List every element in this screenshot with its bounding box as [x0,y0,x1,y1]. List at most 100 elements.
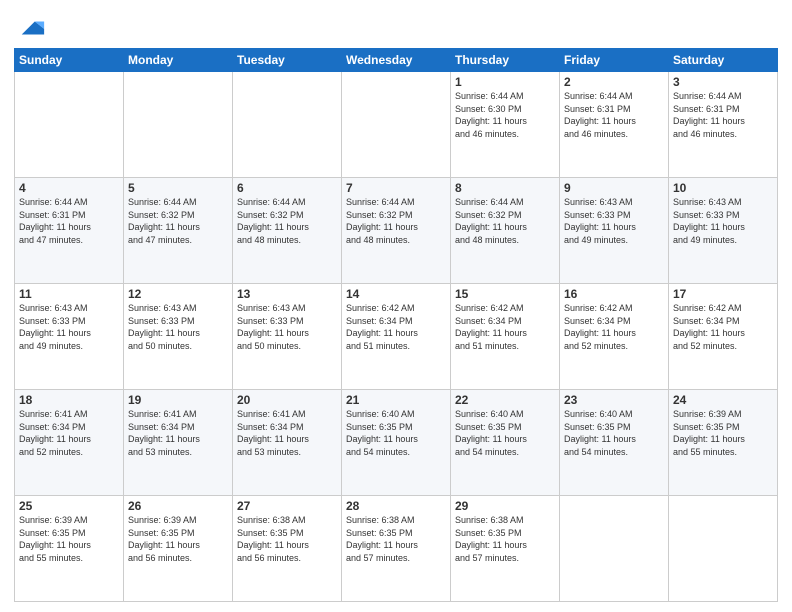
day-cell: 19Sunrise: 6:41 AM Sunset: 6:34 PM Dayli… [124,390,233,496]
day-number: 3 [673,75,773,89]
day-number: 23 [564,393,664,407]
calendar-table: SundayMondayTuesdayWednesdayThursdayFrid… [14,48,778,602]
day-info: Sunrise: 6:44 AM Sunset: 6:32 PM Dayligh… [346,196,446,246]
day-cell: 6Sunrise: 6:44 AM Sunset: 6:32 PM Daylig… [233,178,342,284]
day-info: Sunrise: 6:42 AM Sunset: 6:34 PM Dayligh… [673,302,773,352]
day-cell: 22Sunrise: 6:40 AM Sunset: 6:35 PM Dayli… [451,390,560,496]
day-info: Sunrise: 6:39 AM Sunset: 6:35 PM Dayligh… [19,514,119,564]
week-row-1: 1Sunrise: 6:44 AM Sunset: 6:30 PM Daylig… [15,72,778,178]
day-number: 10 [673,181,773,195]
day-info: Sunrise: 6:38 AM Sunset: 6:35 PM Dayligh… [346,514,446,564]
day-info: Sunrise: 6:41 AM Sunset: 6:34 PM Dayligh… [128,408,228,458]
day-info: Sunrise: 6:42 AM Sunset: 6:34 PM Dayligh… [455,302,555,352]
day-info: Sunrise: 6:39 AM Sunset: 6:35 PM Dayligh… [128,514,228,564]
day-cell: 26Sunrise: 6:39 AM Sunset: 6:35 PM Dayli… [124,496,233,602]
day-info: Sunrise: 6:40 AM Sunset: 6:35 PM Dayligh… [455,408,555,458]
day-number: 12 [128,287,228,301]
day-cell: 25Sunrise: 6:39 AM Sunset: 6:35 PM Dayli… [15,496,124,602]
day-info: Sunrise: 6:42 AM Sunset: 6:34 PM Dayligh… [346,302,446,352]
day-cell: 16Sunrise: 6:42 AM Sunset: 6:34 PM Dayli… [560,284,669,390]
day-cell: 15Sunrise: 6:42 AM Sunset: 6:34 PM Dayli… [451,284,560,390]
logo-icon [18,14,46,42]
day-info: Sunrise: 6:43 AM Sunset: 6:33 PM Dayligh… [564,196,664,246]
weekday-header-saturday: Saturday [669,49,778,72]
day-number: 27 [237,499,337,513]
day-info: Sunrise: 6:44 AM Sunset: 6:30 PM Dayligh… [455,90,555,140]
day-number: 2 [564,75,664,89]
day-cell: 14Sunrise: 6:42 AM Sunset: 6:34 PM Dayli… [342,284,451,390]
day-info: Sunrise: 6:42 AM Sunset: 6:34 PM Dayligh… [564,302,664,352]
day-info: Sunrise: 6:43 AM Sunset: 6:33 PM Dayligh… [237,302,337,352]
day-cell: 4Sunrise: 6:44 AM Sunset: 6:31 PM Daylig… [15,178,124,284]
day-number: 11 [19,287,119,301]
day-info: Sunrise: 6:43 AM Sunset: 6:33 PM Dayligh… [128,302,228,352]
day-info: Sunrise: 6:40 AM Sunset: 6:35 PM Dayligh… [346,408,446,458]
weekday-header-monday: Monday [124,49,233,72]
day-cell: 17Sunrise: 6:42 AM Sunset: 6:34 PM Dayli… [669,284,778,390]
day-number: 22 [455,393,555,407]
day-cell: 29Sunrise: 6:38 AM Sunset: 6:35 PM Dayli… [451,496,560,602]
day-cell [124,72,233,178]
day-cell: 12Sunrise: 6:43 AM Sunset: 6:33 PM Dayli… [124,284,233,390]
week-row-5: 25Sunrise: 6:39 AM Sunset: 6:35 PM Dayli… [15,496,778,602]
day-cell: 23Sunrise: 6:40 AM Sunset: 6:35 PM Dayli… [560,390,669,496]
day-cell: 11Sunrise: 6:43 AM Sunset: 6:33 PM Dayli… [15,284,124,390]
weekday-header-row: SundayMondayTuesdayWednesdayThursdayFrid… [15,49,778,72]
day-info: Sunrise: 6:44 AM Sunset: 6:32 PM Dayligh… [455,196,555,246]
day-cell: 18Sunrise: 6:41 AM Sunset: 6:34 PM Dayli… [15,390,124,496]
day-info: Sunrise: 6:38 AM Sunset: 6:35 PM Dayligh… [455,514,555,564]
logo [14,14,46,42]
header [14,10,778,42]
day-info: Sunrise: 6:41 AM Sunset: 6:34 PM Dayligh… [19,408,119,458]
page: SundayMondayTuesdayWednesdayThursdayFrid… [0,0,792,612]
week-row-3: 11Sunrise: 6:43 AM Sunset: 6:33 PM Dayli… [15,284,778,390]
day-cell: 3Sunrise: 6:44 AM Sunset: 6:31 PM Daylig… [669,72,778,178]
day-info: Sunrise: 6:40 AM Sunset: 6:35 PM Dayligh… [564,408,664,458]
day-cell: 1Sunrise: 6:44 AM Sunset: 6:30 PM Daylig… [451,72,560,178]
day-cell: 24Sunrise: 6:39 AM Sunset: 6:35 PM Dayli… [669,390,778,496]
day-number: 5 [128,181,228,195]
day-number: 17 [673,287,773,301]
day-info: Sunrise: 6:39 AM Sunset: 6:35 PM Dayligh… [673,408,773,458]
day-cell [342,72,451,178]
day-number: 1 [455,75,555,89]
day-cell: 8Sunrise: 6:44 AM Sunset: 6:32 PM Daylig… [451,178,560,284]
day-number: 14 [346,287,446,301]
weekday-header-wednesday: Wednesday [342,49,451,72]
day-number: 15 [455,287,555,301]
day-info: Sunrise: 6:44 AM Sunset: 6:31 PM Dayligh… [19,196,119,246]
day-info: Sunrise: 6:41 AM Sunset: 6:34 PM Dayligh… [237,408,337,458]
day-number: 6 [237,181,337,195]
day-info: Sunrise: 6:44 AM Sunset: 6:32 PM Dayligh… [237,196,337,246]
day-cell: 5Sunrise: 6:44 AM Sunset: 6:32 PM Daylig… [124,178,233,284]
day-cell [669,496,778,602]
day-number: 26 [128,499,228,513]
day-cell: 13Sunrise: 6:43 AM Sunset: 6:33 PM Dayli… [233,284,342,390]
day-cell: 2Sunrise: 6:44 AM Sunset: 6:31 PM Daylig… [560,72,669,178]
weekday-header-friday: Friday [560,49,669,72]
day-cell: 9Sunrise: 6:43 AM Sunset: 6:33 PM Daylig… [560,178,669,284]
week-row-2: 4Sunrise: 6:44 AM Sunset: 6:31 PM Daylig… [15,178,778,284]
day-info: Sunrise: 6:44 AM Sunset: 6:31 PM Dayligh… [673,90,773,140]
day-number: 19 [128,393,228,407]
day-info: Sunrise: 6:43 AM Sunset: 6:33 PM Dayligh… [19,302,119,352]
day-number: 13 [237,287,337,301]
day-number: 25 [19,499,119,513]
day-info: Sunrise: 6:44 AM Sunset: 6:31 PM Dayligh… [564,90,664,140]
weekday-header-tuesday: Tuesday [233,49,342,72]
day-info: Sunrise: 6:43 AM Sunset: 6:33 PM Dayligh… [673,196,773,246]
day-cell: 27Sunrise: 6:38 AM Sunset: 6:35 PM Dayli… [233,496,342,602]
day-cell [233,72,342,178]
day-cell: 10Sunrise: 6:43 AM Sunset: 6:33 PM Dayli… [669,178,778,284]
day-cell [15,72,124,178]
day-number: 20 [237,393,337,407]
day-cell: 21Sunrise: 6:40 AM Sunset: 6:35 PM Dayli… [342,390,451,496]
day-number: 8 [455,181,555,195]
day-number: 16 [564,287,664,301]
day-number: 4 [19,181,119,195]
day-cell [560,496,669,602]
day-info: Sunrise: 6:44 AM Sunset: 6:32 PM Dayligh… [128,196,228,246]
week-row-4: 18Sunrise: 6:41 AM Sunset: 6:34 PM Dayli… [15,390,778,496]
day-cell: 20Sunrise: 6:41 AM Sunset: 6:34 PM Dayli… [233,390,342,496]
day-info: Sunrise: 6:38 AM Sunset: 6:35 PM Dayligh… [237,514,337,564]
